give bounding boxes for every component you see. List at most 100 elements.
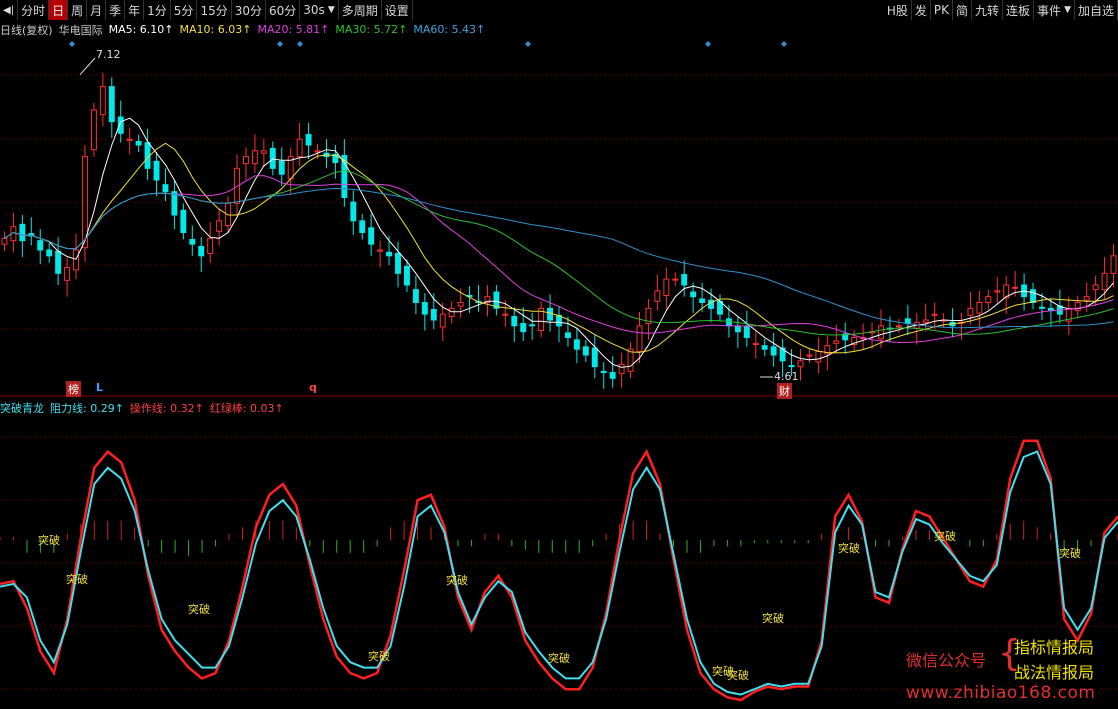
candle-body bbox=[618, 363, 625, 375]
period-button[interactable]: 1分 bbox=[144, 0, 171, 20]
candle-body bbox=[806, 354, 813, 357]
candle-body bbox=[189, 239, 196, 245]
candle-body bbox=[73, 249, 79, 271]
candle-body bbox=[1083, 296, 1090, 301]
candle-body bbox=[770, 346, 777, 356]
candle-body bbox=[439, 313, 446, 328]
period-button[interactable]: 周 bbox=[68, 0, 88, 20]
period-button[interactable]: 60分 bbox=[266, 0, 301, 20]
toolbar-button[interactable]: 简 bbox=[953, 0, 973, 20]
period-button[interactable]: 5分 bbox=[171, 0, 198, 20]
period-button[interactable]: 多周期 bbox=[339, 0, 382, 20]
candle-body bbox=[135, 141, 142, 146]
candle-body bbox=[994, 290, 1001, 293]
candle-body bbox=[269, 148, 276, 169]
candle-body bbox=[171, 191, 178, 216]
diamond-marker bbox=[277, 41, 283, 47]
candle-body bbox=[251, 150, 258, 165]
candle-body bbox=[600, 370, 607, 374]
candle-body bbox=[752, 342, 759, 346]
candle-body bbox=[153, 160, 160, 181]
candle-body bbox=[368, 227, 375, 245]
candle-body bbox=[743, 326, 750, 338]
candle-body bbox=[296, 138, 303, 158]
candle-body bbox=[377, 249, 384, 252]
candle-body bbox=[1039, 306, 1045, 309]
candle-body bbox=[609, 372, 616, 379]
candle-body bbox=[421, 302, 428, 315]
candle-body bbox=[278, 160, 285, 175]
candle-body bbox=[636, 325, 643, 353]
q-marker: q bbox=[309, 381, 317, 394]
candle-body bbox=[681, 274, 688, 286]
candle-body bbox=[904, 318, 911, 325]
chevron-down-icon[interactable]: ▼ bbox=[328, 5, 335, 15]
candle-body bbox=[1092, 284, 1099, 291]
chevron-down-icon[interactable]: ▼ bbox=[1064, 5, 1071, 15]
candle-body bbox=[162, 184, 169, 193]
period-buttons: 分时日周月季年 1分 5分 15分 30分 60分 30s ▼ 多周期 设置 bbox=[18, 0, 413, 20]
high-leader bbox=[79, 57, 96, 76]
candle-body bbox=[430, 309, 437, 321]
low-price-label: 4.61 bbox=[774, 370, 799, 383]
breakout-signal-label: 突破 bbox=[188, 603, 210, 616]
toolbar-button[interactable]: 九转 bbox=[972, 0, 1004, 20]
diamond-marker bbox=[297, 41, 303, 47]
candle-body bbox=[64, 267, 71, 281]
candle-body bbox=[672, 278, 679, 281]
period-button[interactable]: 30分 bbox=[232, 0, 266, 20]
candle-body bbox=[90, 109, 97, 151]
cai-badge[interactable]: 财 bbox=[777, 383, 792, 399]
candle-body bbox=[305, 134, 312, 146]
candle-body bbox=[359, 220, 366, 233]
l-marker: L bbox=[96, 381, 104, 394]
period-button[interactable]: 日 bbox=[49, 0, 69, 20]
candle-body bbox=[207, 237, 214, 254]
toolbar-button[interactable]: PK bbox=[931, 0, 953, 20]
toolbar-button[interactable]: 发 bbox=[912, 0, 931, 20]
candle-body bbox=[582, 346, 589, 356]
watermark-name1: 指标情报局 bbox=[1014, 638, 1095, 657]
stock-chart[interactable] bbox=[0, 20, 1118, 709]
breakout-signal-label: 突破 bbox=[1059, 547, 1081, 560]
toolbar-button[interactable]: 加自选 bbox=[1075, 0, 1118, 20]
candle-body bbox=[216, 220, 223, 232]
candle-body bbox=[922, 319, 929, 323]
period-button[interactable]: 设置 bbox=[382, 0, 413, 20]
candle-body bbox=[734, 325, 741, 333]
candle-body bbox=[761, 345, 768, 350]
candle-body bbox=[967, 307, 974, 316]
period-button[interactable]: 15分 bbox=[197, 0, 232, 20]
candle-body bbox=[591, 347, 598, 368]
breakout-signal-label: 突破 bbox=[368, 650, 390, 663]
breakout-signal-label: 突破 bbox=[934, 530, 956, 543]
toolbar-button[interactable]: 连板 bbox=[1003, 0, 1035, 20]
period-button[interactable]: 分时 bbox=[18, 0, 50, 20]
candle-body bbox=[198, 246, 205, 257]
toolbar-button[interactable]: 事件 ▼ bbox=[1034, 0, 1075, 20]
toolbar-button[interactable]: H股 bbox=[884, 0, 912, 20]
candle-body bbox=[1012, 286, 1019, 289]
candle-body bbox=[573, 339, 580, 350]
candle-body bbox=[529, 324, 536, 327]
candle-body bbox=[1030, 289, 1036, 303]
diamond-marker bbox=[69, 41, 75, 47]
candle-body bbox=[99, 86, 106, 116]
diamond-marker bbox=[781, 41, 787, 47]
candle-body bbox=[403, 265, 410, 286]
watermark-url: www.zhibiao168.com bbox=[906, 683, 1096, 703]
back-arrow-icon[interactable]: ◀| bbox=[0, 0, 19, 20]
candle-body bbox=[457, 302, 464, 307]
high-price-label: 7.12 bbox=[96, 48, 121, 61]
period-button[interactable]: 年 bbox=[125, 0, 145, 20]
period-button[interactable]: 季 bbox=[106, 0, 126, 20]
bang-badge[interactable]: 榜 bbox=[66, 381, 81, 397]
candle-body bbox=[833, 340, 840, 344]
period-button[interactable]: 30s ▼ bbox=[300, 0, 339, 20]
candle-body bbox=[895, 325, 902, 328]
period-toolbar: ◀| 分时日周月季年 1分 5分 15分 30分 60分 30s ▼ 多周期 设置 H股发 PK 简九… bbox=[0, 0, 1118, 20]
breakout-signal-label: 突破 bbox=[762, 612, 784, 625]
candle-body bbox=[878, 325, 884, 340]
breakout-signal-label: 突破 bbox=[446, 574, 468, 587]
period-button[interactable]: 月 bbox=[87, 0, 107, 20]
